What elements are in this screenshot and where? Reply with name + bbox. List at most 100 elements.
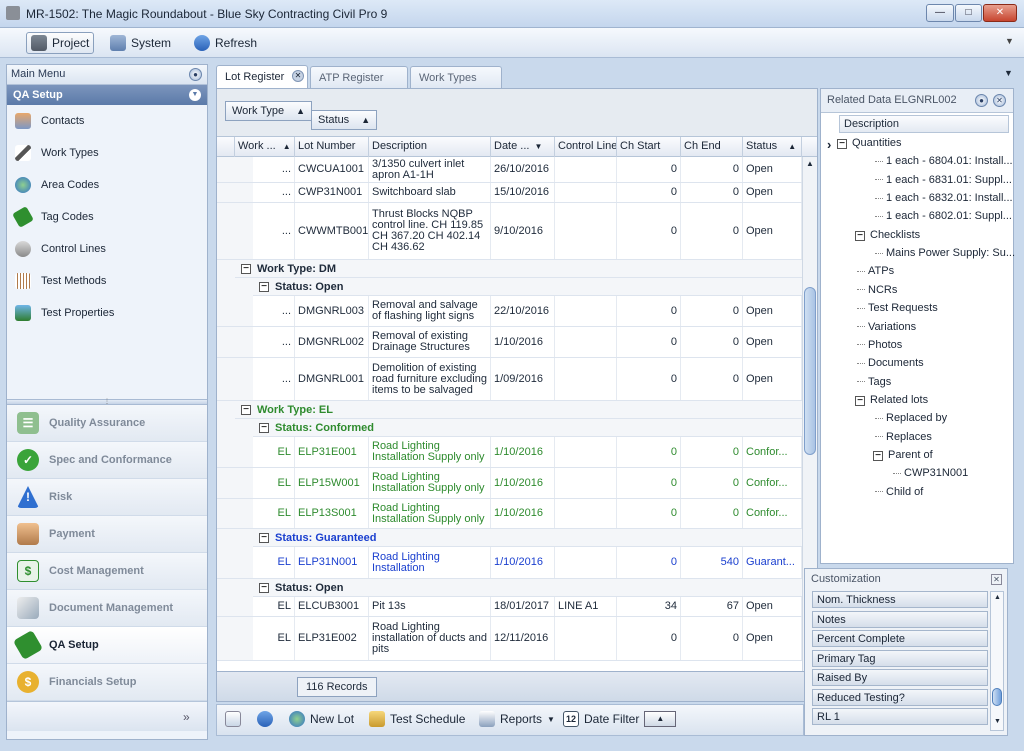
group-work-type[interactable]: Work Type ▲	[225, 101, 313, 121]
expand-arrow-icon[interactable]: ›	[827, 137, 831, 152]
table-row[interactable]: ... DMGNRL002 Removal of existing Drainage…	[217, 327, 802, 358]
col-status[interactable]: Status ▲	[743, 137, 802, 157]
scroll-thumb[interactable]	[804, 287, 816, 455]
group-row-dm[interactable]: − Work Type: DM	[235, 260, 802, 278]
tree-node[interactable]: Replaced by	[875, 412, 947, 424]
nav-document-management[interactable]: Document Management	[7, 590, 207, 627]
table-row[interactable]: ... DMGNRL003 Removal and salvage of flash…	[217, 296, 802, 327]
tree-node[interactable]: Replaces	[875, 431, 932, 443]
nav-financials-setup[interactable]: $ Financials Setup	[7, 664, 207, 701]
date-filter-toggle[interactable]: ▲	[644, 711, 677, 727]
tree-node[interactable]: Test Requests	[857, 302, 938, 314]
collapse-node-icon[interactable]: −	[855, 395, 865, 406]
table-row[interactable]: EL ELCUB3001 Pit 13s 18/01/2017 LINE A1 34 67 O…	[217, 597, 802, 617]
customization-field[interactable]: Reduced Testing?	[812, 688, 988, 706]
group-row-open[interactable]: − Status: Open	[253, 278, 802, 296]
tree-node[interactable]: − Related lots	[855, 394, 928, 406]
table-row[interactable]: EL ELP31E002 Road Lighting installation o…	[217, 617, 802, 661]
nav-risk[interactable]: ! Risk	[7, 479, 207, 516]
scroll-down-icon[interactable]: ▼	[994, 718, 1001, 725]
menu-item-test-methods[interactable]: Test Methods	[7, 265, 207, 297]
system-button[interactable]: System	[106, 32, 175, 54]
collapse-node-icon[interactable]: −	[855, 230, 865, 241]
scroll-thumb[interactable]	[992, 688, 1002, 706]
tree-node[interactable]: Variations	[857, 321, 916, 333]
customization-field[interactable]: Primary Tag	[812, 649, 988, 667]
menu-item-control-lines[interactable]: Control Lines	[7, 233, 207, 265]
col-control-line[interactable]: Control Line	[555, 137, 617, 157]
collapse-icon[interactable]: ▼	[189, 89, 201, 101]
tree-node[interactable]: Photos	[857, 339, 902, 351]
tab-work-types[interactable]: Work Types	[410, 66, 502, 88]
table-row[interactable]: ... DMGNRL001 Demolition of existing road …	[217, 358, 802, 401]
minimize-button[interactable]: —	[926, 4, 954, 22]
reports-button[interactable]: Reports ▼	[479, 711, 555, 727]
tree-node[interactable]: − Checklists	[855, 229, 920, 241]
customization-field[interactable]: RL 1	[812, 708, 988, 725]
group-row-open2[interactable]: − Status: Open	[253, 579, 802, 597]
project-button[interactable]: Project	[26, 32, 95, 54]
menu-item-area-codes[interactable]: Area Codes	[7, 169, 207, 201]
collapse-group-icon[interactable]: −	[241, 404, 251, 415]
col-description[interactable]: Description	[369, 137, 491, 157]
qa-setup-header[interactable]: QA Setup ▼	[7, 85, 207, 105]
table-row[interactable]: EL ELP31N001 Road Lighting Installation 1/1…	[217, 547, 802, 579]
date-filter-button[interactable]: 12 Date Filter ▲	[563, 711, 677, 727]
table-row[interactable]: EL ELP31E001 Road Lighting Installation Su…	[217, 437, 802, 468]
nav-quality-assurance[interactable]: ☰ Quality Assurance	[7, 405, 207, 442]
tabs-dropdown-icon[interactable]: ▼	[1004, 68, 1013, 78]
grid-refresh-button[interactable]	[257, 711, 273, 727]
close-icon[interactable]: ✕	[993, 94, 1006, 107]
menu-item-contacts[interactable]: Contacts	[7, 105, 207, 137]
tree-node[interactable]: − Quantities	[837, 137, 902, 149]
new-lot-button[interactable]: New Lot	[289, 711, 354, 727]
close-window-button[interactable]: ✕	[983, 4, 1017, 22]
group-status[interactable]: Status ▲	[311, 110, 378, 130]
refresh-button[interactable]: Refresh	[190, 32, 261, 54]
collapse-group-icon[interactable]: −	[241, 263, 251, 274]
nav-qa-setup[interactable]: QA Setup	[7, 627, 207, 664]
collapse-node-icon[interactable]: −	[873, 450, 883, 461]
pin-icon[interactable]: ●	[975, 94, 988, 107]
tree-node[interactable]: Child of	[875, 486, 923, 498]
customization-field[interactable]: Nom. Thickness	[812, 591, 988, 608]
tree-node[interactable]: 1 each - 6832.01: Install...	[875, 192, 1013, 204]
tree-node[interactable]: Documents	[857, 357, 924, 369]
tree-node[interactable]: Mains Power Supply: Su...	[875, 247, 1015, 259]
test-schedule-button[interactable]: Test Schedule	[369, 711, 465, 727]
customization-field[interactable]: Raised By	[812, 669, 988, 686]
group-row-el[interactable]: − Work Type: EL	[235, 401, 802, 419]
tree-node[interactable]: CWP31N001	[893, 467, 968, 479]
customization-field[interactable]: Percent Complete	[812, 630, 988, 647]
nav-payment[interactable]: Payment	[7, 516, 207, 553]
customization-field[interactable]: Notes	[812, 610, 988, 628]
menu-item-tag-codes[interactable]: Tag Codes	[7, 201, 207, 233]
collapse-group-icon[interactable]: −	[259, 281, 269, 292]
table-row[interactable]: ... CWCUA1001 3/1350 culvert inlet apron A…	[217, 157, 802, 183]
col-work-type[interactable]: Work ... ▲	[235, 137, 295, 157]
menu-item-test-properties[interactable]: Test Properties	[7, 297, 207, 329]
group-row-guaranteed[interactable]: − Status: Guaranteed	[253, 529, 802, 547]
close-tab-icon[interactable]: ✕	[292, 70, 304, 82]
tree-node[interactable]: 1 each - 6831.01: Suppl...	[875, 174, 1012, 186]
scroll-up-icon[interactable]: ▲	[806, 159, 814, 168]
nav-spec-conformance[interactable]: ✓ Spec and Conformance	[7, 442, 207, 479]
tree-node[interactable]: 1 each - 6804.01: Install...	[875, 155, 1013, 167]
collapse-group-icon[interactable]: −	[259, 422, 269, 433]
close-icon[interactable]: ✕	[991, 574, 1002, 585]
tree-node[interactable]: Tags	[857, 376, 891, 388]
col-date[interactable]: Date ... ▼	[491, 137, 555, 157]
customization-scrollbar[interactable]: ▲ ▼	[990, 591, 1004, 731]
tab-lot-register[interactable]: Lot Register ✕	[216, 65, 308, 89]
edit-button[interactable]	[225, 711, 241, 727]
pin-icon[interactable]: ●	[189, 68, 202, 81]
nav-cost-management[interactable]: $ Cost Management	[7, 553, 207, 590]
collapse-group-icon[interactable]: −	[259, 532, 269, 543]
col-lot-number[interactable]: Lot Number	[295, 137, 369, 157]
scroll-up-icon[interactable]: ▲	[994, 594, 1001, 601]
group-row-conformed[interactable]: − Status: Conformed	[253, 419, 802, 437]
more-nav-button[interactable]: »	[183, 710, 190, 724]
col-ch-end[interactable]: Ch End	[681, 137, 743, 157]
tree-node[interactable]: NCRs	[857, 284, 897, 296]
table-row[interactable]: EL ELP15W001 Road Lighting Installation Su…	[217, 468, 802, 499]
